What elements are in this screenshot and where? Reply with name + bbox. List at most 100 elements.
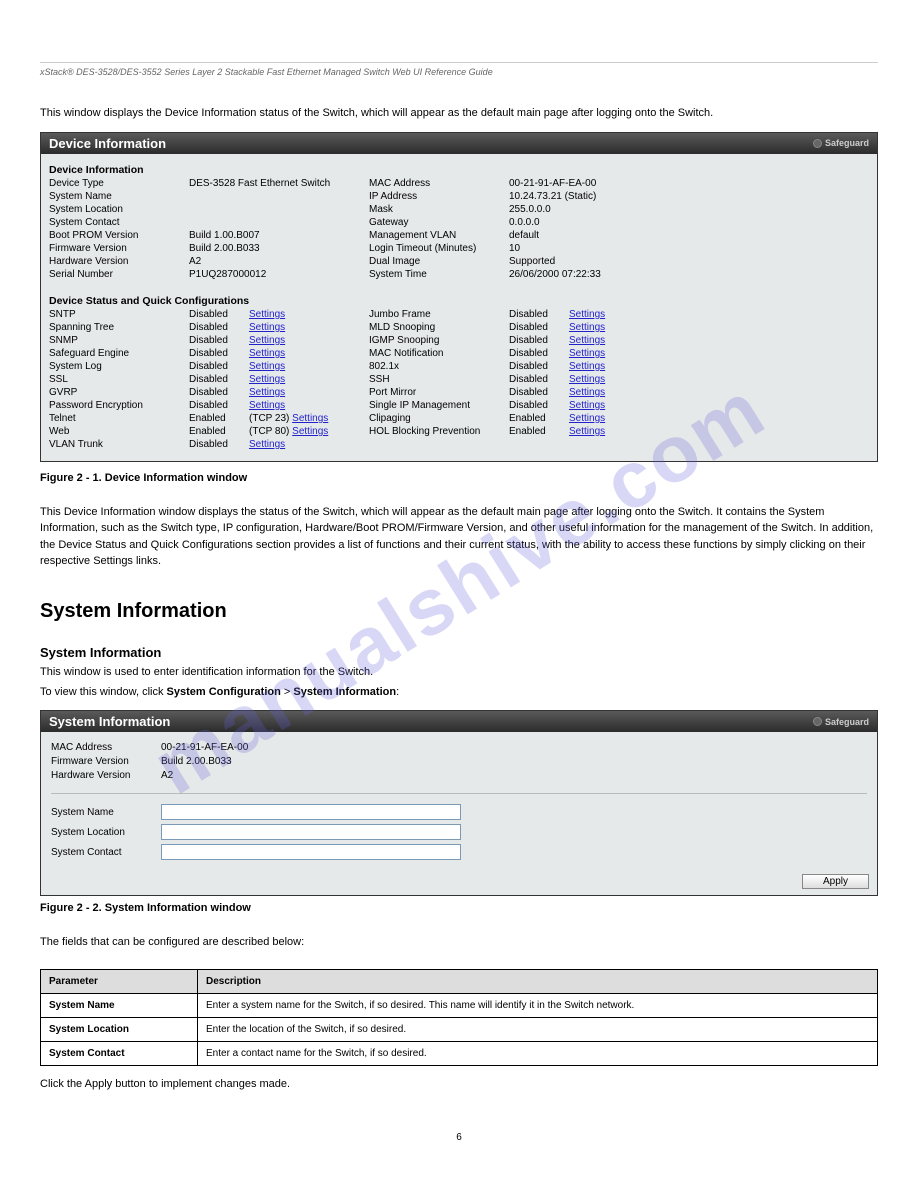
label-systime: System Time [369,269,509,281]
panel2-title: System Information [49,714,170,729]
label-telnet: Telnet [49,413,189,425]
value-mac2: 00-21-91-AF-EA-00 [161,742,867,753]
panel-title: Device Information [49,136,166,151]
after-table-text: Click the Apply button to implement chan… [40,1076,878,1093]
label-mac2: MAC Address [51,742,161,753]
settings-link-hol[interactable]: Settings [569,426,605,437]
settings-link-syslog[interactable]: Settings [249,361,285,372]
status-portmirror: Disabled [509,387,569,399]
figure-2-caption: Figure 2 - 2. System Information window [40,902,878,914]
value-syscon [189,217,369,229]
status-igmp: Disabled [509,335,569,347]
settings-link-vlantrunk[interactable]: Settings [249,439,285,450]
extra-telnet: (TCP 23) [249,413,289,424]
label-sysloc-input: System Location [51,827,161,838]
sysloc-input[interactable] [161,824,461,840]
safeguard-label-2: Safeguard [825,717,869,727]
status-clipaging: Enabled [509,413,569,425]
after-fig1-text: This Device Information window displays … [40,504,878,570]
value-serial: P1UQ287000012 [189,269,369,281]
doc-header: xStack® DES-3528/DES-3552 Series Layer 2… [40,67,878,77]
settings-link-telnet[interactable]: Settings [292,413,328,424]
settings-link-portmirror[interactable]: Settings [569,387,605,398]
panel2-title-bar: System Information Safeguard [41,711,877,732]
safeguard-led-icon-2 [813,717,822,726]
sysname-input[interactable] [161,804,461,820]
label-stp: Spanning Tree [49,322,189,334]
label-bootprom: Boot PROM Version [49,230,189,242]
settings-link-8021x[interactable]: Settings [569,361,605,372]
label-hardware: Hardware Version [49,256,189,268]
status-ssl: Disabled [189,374,249,386]
label-ssh: SSH [369,374,509,386]
syscon-input[interactable] [161,844,461,860]
value-sysloc [189,204,369,216]
intro-text: This window displays the Device Informat… [40,105,878,122]
settings-link-clipaging[interactable]: Settings [569,413,605,424]
settings-link-ssl[interactable]: Settings [249,374,285,385]
nav-pre: To view this window, click [40,686,167,698]
settings-link-sim[interactable]: Settings [569,400,605,411]
settings-link-stp[interactable]: Settings [249,322,285,333]
value-mvlan: default [509,230,659,242]
system-info-panel: System Information Safeguard MAC Address… [40,710,878,896]
settings-link-pwenc[interactable]: Settings [249,400,285,411]
value-logintimeout: 10 [509,243,659,255]
settings-link-igmp[interactable]: Settings [569,335,605,346]
value-fw2: Build 2.00.B033 [161,756,867,767]
settings-link-jumbo[interactable]: Settings [569,309,605,320]
value-ip: 10.24.73.21 (Static) [509,191,659,203]
label-8021x: 802.1x [369,361,509,373]
nav-b2: System Information [293,686,396,698]
status-safeguard: Disabled [189,348,249,360]
td-sysloc: System Location [41,1017,198,1041]
status-telnet: Enabled [189,413,249,425]
value-gateway: 0.0.0.0 [509,217,659,229]
status-gvrp: Disabled [189,387,249,399]
top-rule [40,62,878,63]
settings-link-macnotif[interactable]: Settings [569,348,605,359]
label-dualimage: Dual Image [369,256,509,268]
status-ssh: Disabled [509,374,569,386]
label-pwenc: Password Encryption [49,400,189,412]
label-gvrp: GVRP [49,387,189,399]
label-vlantrunk: VLAN Trunk [49,439,189,451]
settings-link-sntp[interactable]: Settings [249,309,285,320]
settings-link-ssh[interactable]: Settings [569,374,605,385]
label-jumbo: Jumbo Frame [369,309,509,321]
label-syslog: System Log [49,361,189,373]
label-mvlan: Management VLAN [369,230,509,242]
label-safeguard: Safeguard Engine [49,348,189,360]
label-sntp: SNTP [49,309,189,321]
device-info-grid: Device TypeDES-3528 Fast Ethernet Switch… [49,178,869,281]
td-syscon: System Contact [41,1041,198,1065]
safeguard-led-icon [813,139,822,148]
label-device-type: Device Type [49,178,189,190]
section-device-status: Device Status and Quick Configurations [49,295,869,307]
label-gateway: Gateway [369,217,509,229]
status-vlantrunk: Disabled [189,439,249,451]
label-hol: HOL Blocking Prevention [369,426,509,438]
status-stp: Disabled [189,322,249,334]
value-bootprom: Build 1.00.B007 [189,230,369,242]
safeguard-label: Safeguard [825,138,869,148]
table-intro: The fields that can be configured are de… [40,934,878,951]
status-sim: Disabled [509,400,569,412]
settings-link-snmp[interactable]: Settings [249,335,285,346]
settings-link-gvrp[interactable]: Settings [249,387,285,398]
subsection-sysinfo: System Information [40,645,878,660]
label-mld: MLD Snooping [369,322,509,334]
label-hw2: Hardware Version [51,770,161,781]
settings-link-mld[interactable]: Settings [569,322,605,333]
value-firmware: Build 2.00.B033 [189,243,369,255]
sysinfo-desc: This window is used to enter identificat… [40,664,878,681]
label-syscon-input: System Contact [51,847,161,858]
settings-link-safeguard[interactable]: Settings [249,348,285,359]
device-info-panel: Device Information Safeguard Device Info… [40,132,878,462]
label-igmp: IGMP Snooping [369,335,509,347]
apply-button[interactable]: Apply [802,874,869,889]
settings-link-web[interactable]: Settings [292,426,328,437]
label-firmware: Firmware Version [49,243,189,255]
value-hardware: A2 [189,256,369,268]
section-title-sysinfo: System Information [40,600,878,623]
